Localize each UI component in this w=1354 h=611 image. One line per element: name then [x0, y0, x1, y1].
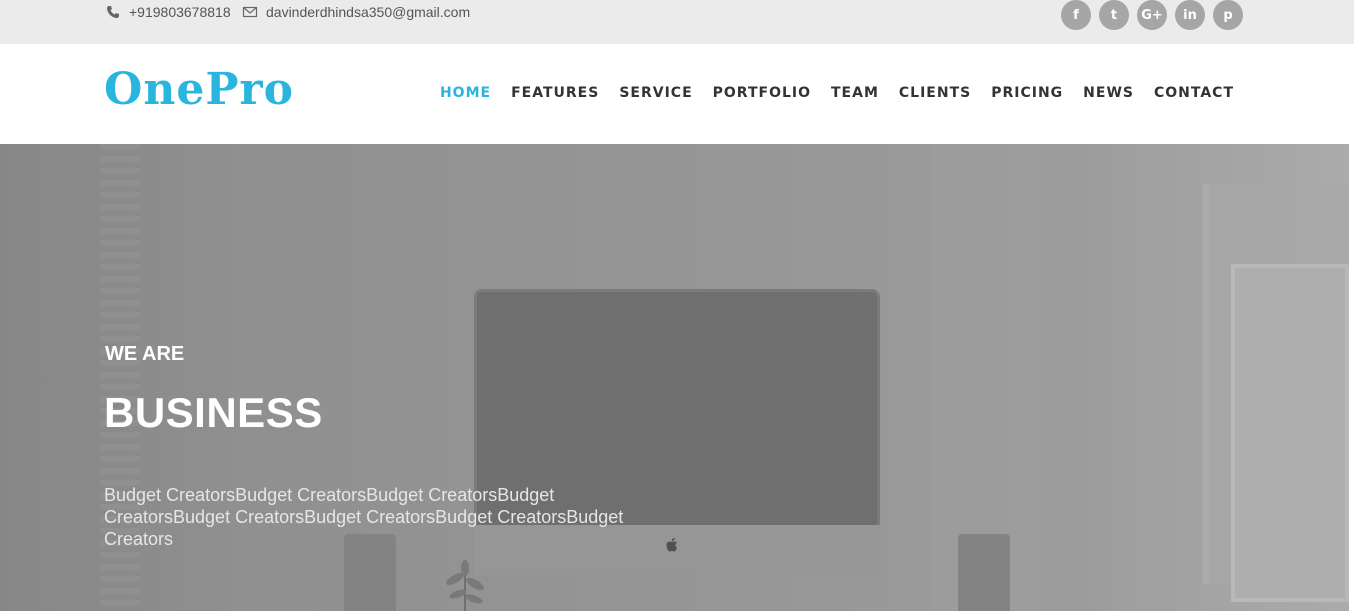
twitter-icon[interactable]: t — [1099, 0, 1129, 30]
page-scrollbar[interactable] — [1349, 44, 1354, 611]
nav-clients[interactable]: CLIENTS — [899, 85, 971, 101]
nav-service[interactable]: SERVICE — [619, 85, 692, 101]
envelope-icon — [242, 4, 258, 20]
email-contact[interactable]: davinderdhindsa350@gmail.com — [242, 4, 470, 20]
facebook-icon[interactable]: f — [1061, 0, 1091, 30]
main-nav: HOME FEATURES SERVICE PORTFOLIO TEAM CLI… — [420, 85, 1234, 101]
nav-news[interactable]: NEWS — [1083, 85, 1134, 101]
nav-team[interactable]: TEAM — [831, 85, 879, 101]
logo[interactable]: OnePro — [104, 64, 294, 115]
hero-kicker: WE ARE — [105, 343, 185, 365]
site-header: OnePro HOME FEATURES SERVICE PORTFOLIO T… — [0, 44, 1349, 144]
hero-section: WE ARE BUSINESS Budget CreatorsBudget Cr… — [0, 144, 1349, 611]
linkedin-icon[interactable]: in — [1175, 0, 1205, 30]
pinterest-icon[interactable]: p — [1213, 0, 1243, 30]
nav-portfolio[interactable]: PORTFOLIO — [713, 85, 811, 101]
hero-title: BUSINESS — [104, 389, 323, 436]
nav-home[interactable]: HOME — [440, 85, 491, 101]
google-plus-icon[interactable]: G+ — [1137, 0, 1167, 30]
nav-features[interactable]: FEATURES — [511, 85, 599, 101]
hero-description: Budget CreatorsBudget CreatorsBudget Cre… — [104, 485, 624, 549]
email-address: davinderdhindsa350@gmail.com — [266, 4, 471, 20]
phone-contact[interactable]: +919803678818 — [105, 4, 231, 20]
top-bar: +919803678818 davinderdhindsa350@gmail.c… — [0, 0, 1354, 44]
nav-contact[interactable]: CONTACT — [1154, 85, 1234, 101]
phone-icon — [105, 4, 121, 20]
social-links: f t G+ in p — [1061, 0, 1243, 30]
phone-number: +919803678818 — [129, 4, 231, 20]
nav-pricing[interactable]: PRICING — [991, 85, 1063, 101]
